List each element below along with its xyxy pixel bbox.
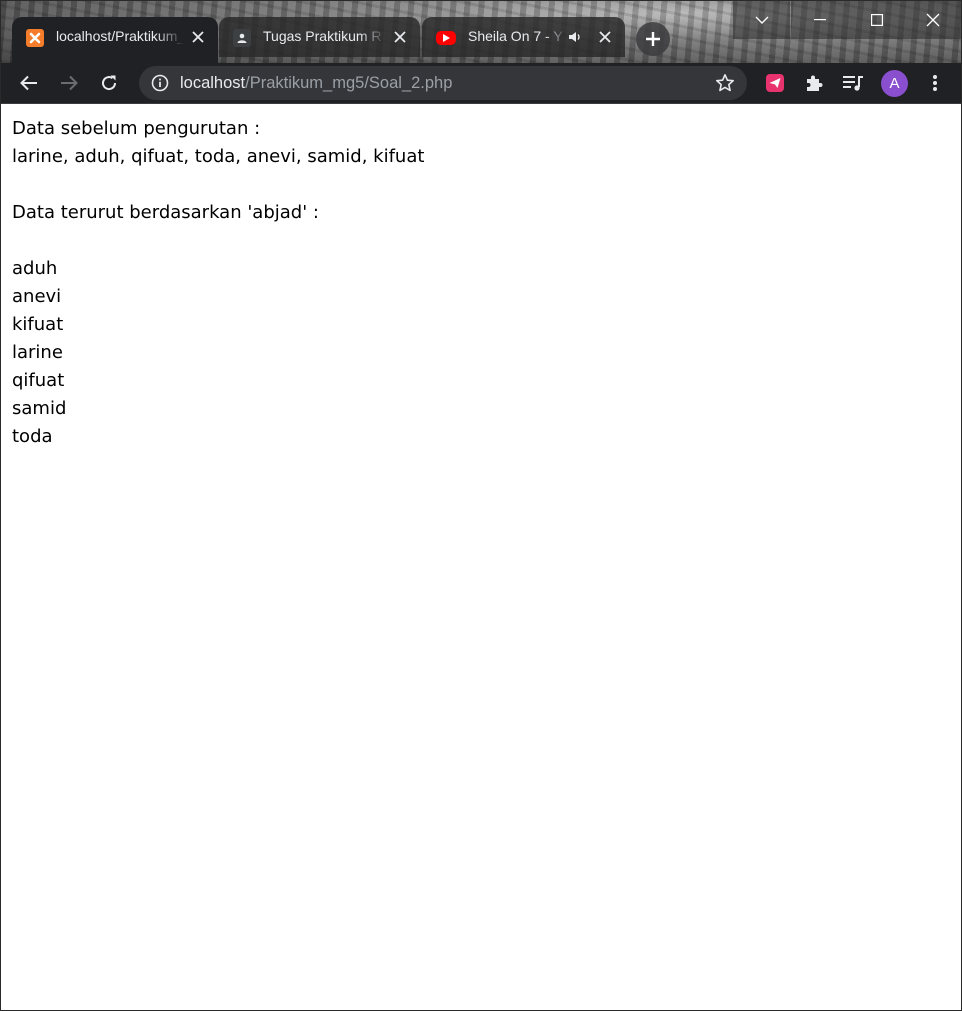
- sorted-item: anevi: [12, 286, 62, 307]
- menu-button[interactable]: [919, 67, 951, 99]
- classroom-icon: [233, 29, 251, 47]
- close-tab-icon[interactable]: [595, 27, 615, 47]
- tab-strip: localhost/Praktikum_mg5/Soal_2.php Tugas…: [1, 1, 961, 63]
- browser-window: localhost/Praktikum_mg5/Soal_2.php Tugas…: [0, 0, 962, 1011]
- plus-icon: [646, 32, 660, 46]
- puzzle-icon: [807, 75, 823, 91]
- tab-search-button[interactable]: [733, 1, 790, 39]
- url-host: localhost: [180, 73, 246, 92]
- maximize-button[interactable]: [848, 1, 905, 39]
- forward-button[interactable]: [53, 67, 85, 99]
- heading-after-sort: Data terurut berdasarkan 'abjad' :: [12, 202, 319, 223]
- bookmark-button[interactable]: [710, 68, 740, 98]
- sorted-item: aduh: [12, 258, 58, 279]
- playlist-icon: [843, 76, 863, 91]
- arrow-left-icon: [20, 75, 37, 91]
- tab-title: Tugas Praktikum R: [263, 28, 382, 44]
- new-tab-button[interactable]: [636, 22, 670, 56]
- heading-before-sort: Data sebelum pengurutan :: [12, 118, 261, 139]
- reload-icon: [102, 75, 117, 91]
- page-content: Data sebelum pengurutan : larine, aduh, …: [12, 115, 952, 451]
- toolbar: localhost/Praktikum_mg5/Soal_2.php A: [1, 63, 961, 104]
- tab-title: localhost/Praktikum_mg5/Soal_2.php: [56, 28, 184, 44]
- xampp-icon: [26, 29, 44, 47]
- profile-avatar[interactable]: A: [881, 70, 908, 97]
- url-text: localhost/Praktikum_mg5/Soal_2.php: [180, 74, 452, 93]
- arrow-right-icon: [61, 75, 78, 91]
- address-bar[interactable]: localhost/Praktikum_mg5/Soal_2.php: [139, 66, 747, 100]
- close-tab-icon[interactable]: [390, 27, 410, 47]
- tab-localhost[interactable]: localhost/Praktikum_mg5/Soal_2.php: [12, 17, 218, 63]
- star-icon: [716, 74, 734, 92]
- tab-tugas-praktikum[interactable]: Tugas Praktikum R: [219, 17, 420, 57]
- tab-youtube[interactable]: Sheila On 7 - Y: [422, 17, 625, 57]
- reload-button[interactable]: [93, 67, 125, 99]
- close-window-button[interactable]: [905, 1, 961, 39]
- close-icon: [926, 13, 940, 27]
- back-button[interactable]: [13, 67, 45, 99]
- tab-title: Sheila On 7 - Y: [468, 28, 563, 44]
- extension-button[interactable]: [759, 67, 791, 99]
- unsorted-list: larine, aduh, qifuat, toda, anevi, samid…: [12, 146, 425, 167]
- close-tab-icon[interactable]: [188, 27, 208, 47]
- sorted-item: qifuat: [12, 370, 65, 391]
- minimize-button[interactable]: [791, 1, 848, 39]
- minimize-icon: [813, 19, 826, 21]
- url-path: /Praktikum_mg5/Soal_2.php: [245, 73, 453, 92]
- info-icon[interactable]: [151, 74, 169, 92]
- sorted-item: larine: [12, 342, 63, 363]
- sorted-item: toda: [12, 426, 53, 447]
- extensions-menu-button[interactable]: [798, 67, 830, 99]
- sorted-item: kifuat: [12, 314, 64, 335]
- sorted-item: samid: [12, 398, 67, 419]
- youtube-icon: [436, 31, 456, 45]
- media-control-button[interactable]: [837, 67, 869, 99]
- speaker-icon[interactable]: [567, 29, 583, 45]
- send-extension-icon: [766, 74, 784, 92]
- more-vert-icon: [933, 75, 937, 91]
- chevron-down-icon: [755, 16, 768, 24]
- maximize-icon: [870, 14, 883, 26]
